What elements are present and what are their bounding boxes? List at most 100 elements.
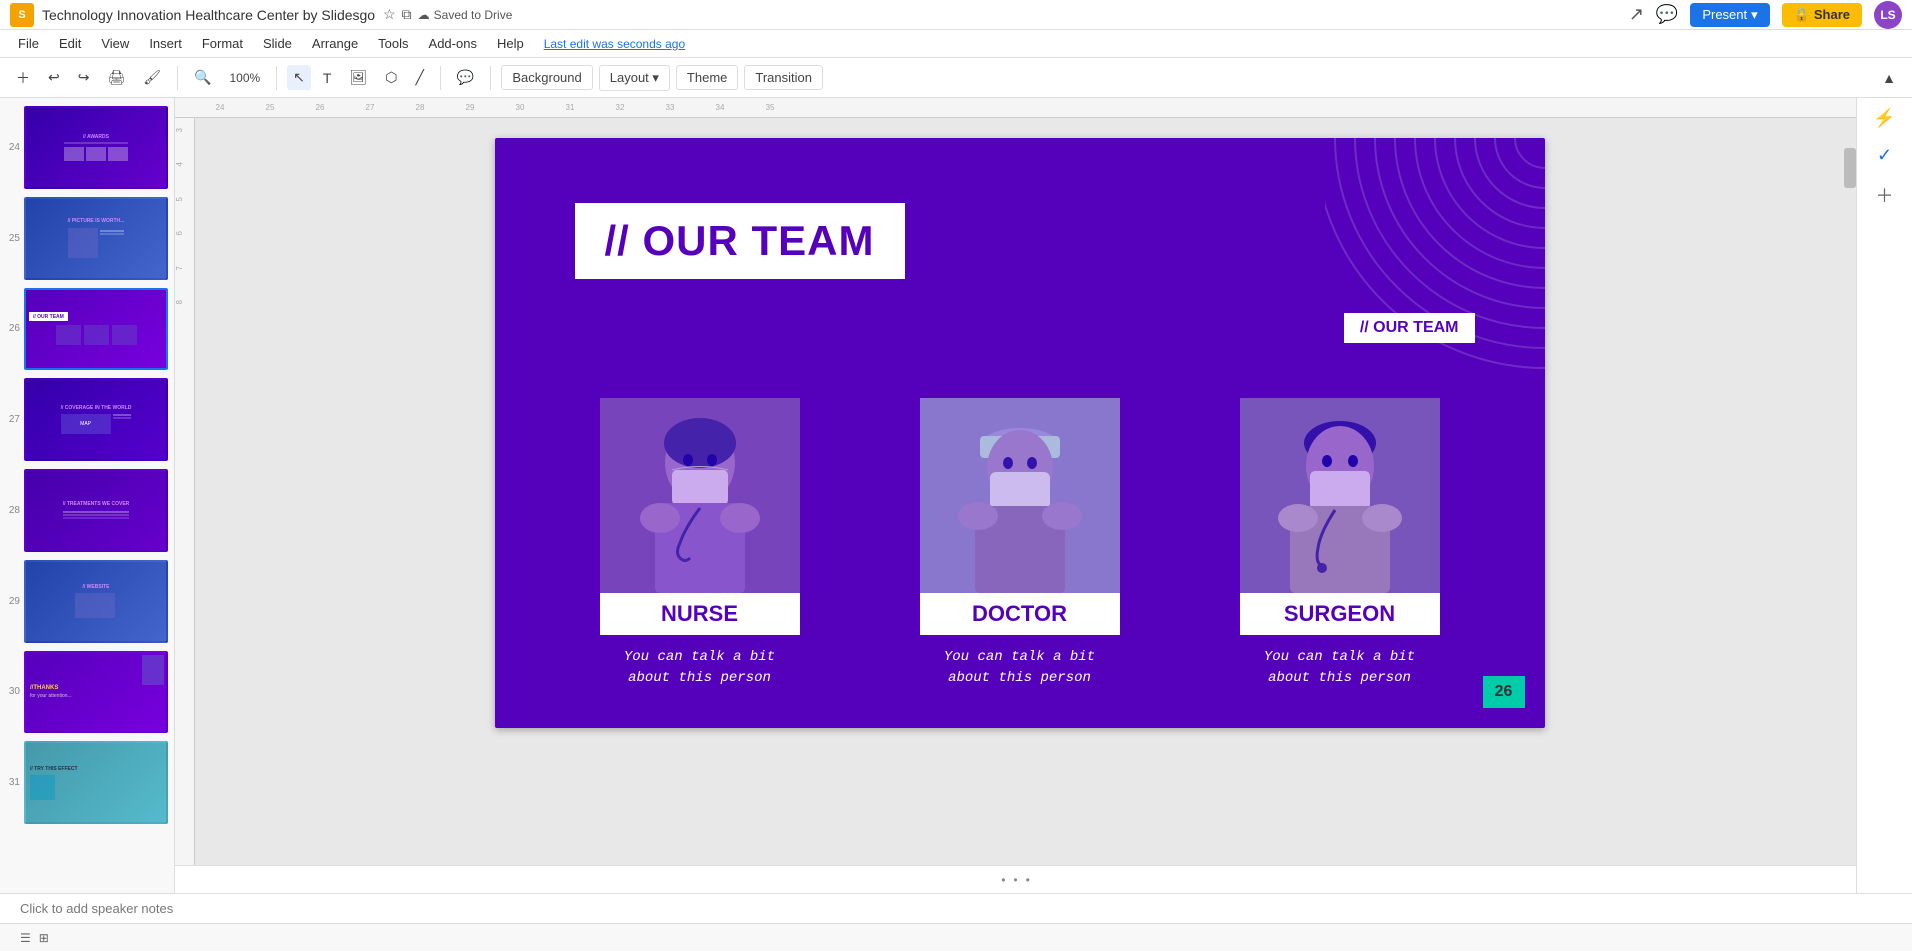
background-btn[interactable]: Background	[501, 65, 592, 90]
scrollbar-thumb[interactable]	[1844, 148, 1856, 188]
menu-format[interactable]: Format	[194, 33, 251, 54]
slide-num-28: 28	[6, 505, 20, 516]
canvas-area: 24 25 26 27 28 29 30 31 32 33 34 35 3 4 …	[175, 98, 1856, 893]
vertical-scrollbar[interactable]	[1844, 118, 1856, 865]
star-icon[interactable]: ☆	[383, 6, 396, 23]
team-member-doctor[interactable]: DOCTOR You can talk a bit about this per…	[875, 398, 1165, 689]
bottom-slide-controls: • • •	[175, 865, 1856, 893]
slide-thumb-29[interactable]: // WEBSITE	[24, 560, 168, 643]
ruler-top: 24 25 26 27 28 29 30 31 32 33 34 35	[175, 98, 1856, 118]
zoom-out-btn[interactable]: 🔍	[188, 65, 217, 90]
slide-num-25: 25	[6, 233, 20, 244]
slide-num-24: 24	[6, 142, 20, 153]
sep4	[490, 66, 491, 90]
notes-placeholder: Click to add speaker notes	[20, 901, 173, 916]
text-btn[interactable]: T	[317, 66, 338, 90]
nurse-name-box: NURSE	[600, 593, 800, 635]
slide-title-box[interactable]: // OUR TEAM	[575, 203, 905, 279]
status-bar: ☰ ⊞	[0, 923, 1912, 951]
menu-edit[interactable]: Edit	[51, 33, 89, 54]
notes-bar[interactable]: Click to add speaker notes	[0, 893, 1912, 923]
title-icons: ☆ ⧉ ☁ Saved to Drive	[383, 6, 512, 23]
ruler-side: 3 4 5 6 7 8	[175, 118, 195, 865]
theme-btn[interactable]: Theme	[676, 65, 738, 90]
sep2	[276, 66, 277, 90]
slide-row-29: 29 // WEBSITE	[6, 560, 168, 643]
open-icon[interactable]: ⧉	[402, 6, 412, 23]
top-bar: S Technology Innovation Healthcare Cente…	[0, 0, 1912, 30]
toolbar: ＋ ↩ ↪ 🖨 🖌 🔍 100% ↖ T 🖼 ⬡ ╱ 💬 Background …	[0, 58, 1912, 98]
slide-thumb-25[interactable]: // PICTURE IS WORTH...	[24, 197, 168, 280]
surgeon-desc: You can talk a bit about this person	[1264, 647, 1415, 689]
right-panel-plus-icon[interactable]: ＋	[1876, 182, 1894, 208]
slide-thumb-31[interactable]: // TRY THIS EFFECT	[24, 741, 168, 824]
slide-canvas-wrapper: // OUR TEAM // OUR TEAM	[195, 118, 1844, 865]
slide-row-25: 25 // PICTURE IS WORTH...	[6, 197, 168, 280]
last-edit[interactable]: Last edit was seconds ago	[544, 37, 685, 51]
view-grid-icon[interactable]: ⊞	[39, 931, 49, 945]
menu-slide[interactable]: Slide	[255, 33, 300, 54]
shape-btn[interactable]: ⬡	[379, 65, 403, 90]
undo-btn[interactable]: ↩	[42, 65, 66, 90]
slide-thumb-28[interactable]: // TREATMENTS WE COVER	[24, 469, 168, 552]
image-btn[interactable]: 🖼	[343, 65, 373, 90]
team-member-nurse[interactable]: NURSE You can talk a bit about this pers…	[555, 398, 845, 689]
slide-num-31: 31	[6, 777, 20, 788]
select-btn[interactable]: ↖	[287, 65, 311, 90]
slide-row-27: 27 // COVERAGE IN THE WORLD MAP	[6, 378, 168, 461]
paint-format-btn[interactable]: 🖌	[137, 65, 167, 90]
right-panel-check-icon[interactable]: ✓	[1877, 145, 1892, 166]
menu-tools[interactable]: Tools	[370, 33, 416, 54]
comments-icon[interactable]: 💬	[1656, 4, 1678, 25]
slide-thumb-26[interactable]: // OUR TEAM	[24, 288, 168, 371]
menu-bar: File Edit View Insert Format Slide Arran…	[0, 30, 1912, 58]
title-prefix: //	[605, 217, 643, 264]
main-area: 24 // AWARDS 25	[0, 98, 1912, 893]
doctor-name: DOCTOR	[920, 601, 1120, 627]
menu-view[interactable]: View	[93, 33, 137, 54]
slide-num-30: 30	[6, 686, 20, 697]
menu-help[interactable]: Help	[489, 33, 532, 54]
print-btn[interactable]: 🖨	[101, 65, 131, 90]
nurse-photo	[600, 398, 800, 593]
lock-icon: 🔒	[1794, 7, 1810, 23]
comment-btn[interactable]: 💬	[451, 65, 480, 90]
menu-arrange[interactable]: Arrange	[304, 33, 366, 54]
view-list-icon[interactable]: ☰	[20, 931, 31, 945]
zoom-value[interactable]: 100%	[223, 67, 266, 89]
slide-thumb-24[interactable]: // AWARDS	[24, 106, 168, 189]
menu-insert[interactable]: Insert	[141, 33, 190, 54]
nurse-name: NURSE	[600, 601, 800, 627]
transition-btn[interactable]: Transition	[744, 65, 823, 90]
line-btn[interactable]: ╱	[409, 65, 429, 90]
add-slide-btn[interactable]: ＋	[10, 64, 36, 92]
surgeon-name-box: SURGEON	[1240, 593, 1440, 635]
layout-btn[interactable]: Layout ▾	[599, 65, 670, 91]
slide-num-29: 29	[6, 596, 20, 607]
slide-thumb-30[interactable]: //THANKS for your attention...	[24, 651, 168, 734]
slide-thumb-27[interactable]: // COVERAGE IN THE WORLD MAP	[24, 378, 168, 461]
share-button[interactable]: 🔒 Share	[1782, 3, 1862, 27]
app-logo[interactable]: S	[10, 3, 34, 27]
corner-label-text: // OUR TEAM	[1360, 319, 1459, 337]
sep1	[177, 66, 178, 90]
save-status: Saved to Drive	[434, 8, 513, 22]
slide-num-27: 27	[6, 414, 20, 425]
cloud-save: ☁ Saved to Drive	[418, 8, 513, 22]
slide-title: // OUR TEAM	[605, 217, 875, 265]
team-member-surgeon[interactable]: SURGEON You can talk a bit about this pe…	[1195, 398, 1485, 689]
menu-addons[interactable]: Add-ons	[421, 33, 485, 54]
team-grid: NURSE You can talk a bit about this pers…	[495, 398, 1545, 689]
cloud-icon: ☁	[418, 8, 430, 22]
collapse-btn[interactable]: ▲	[1876, 66, 1902, 90]
activity-icon[interactable]: ↗	[1629, 4, 1644, 25]
right-panel-explore-icon[interactable]: ⚡	[1873, 108, 1895, 129]
slide-canvas[interactable]: // OUR TEAM // OUR TEAM	[495, 138, 1545, 728]
slide-area-wrapper: 3 4 5 6 7 8	[175, 118, 1856, 865]
menu-file[interactable]: File	[10, 33, 47, 54]
doctor-photo	[920, 398, 1120, 593]
avatar[interactable]: LS	[1874, 1, 1902, 29]
present-button[interactable]: Present ▾	[1690, 3, 1769, 27]
corner-label-box[interactable]: // OUR TEAM	[1344, 313, 1475, 343]
redo-btn[interactable]: ↪	[72, 65, 96, 90]
